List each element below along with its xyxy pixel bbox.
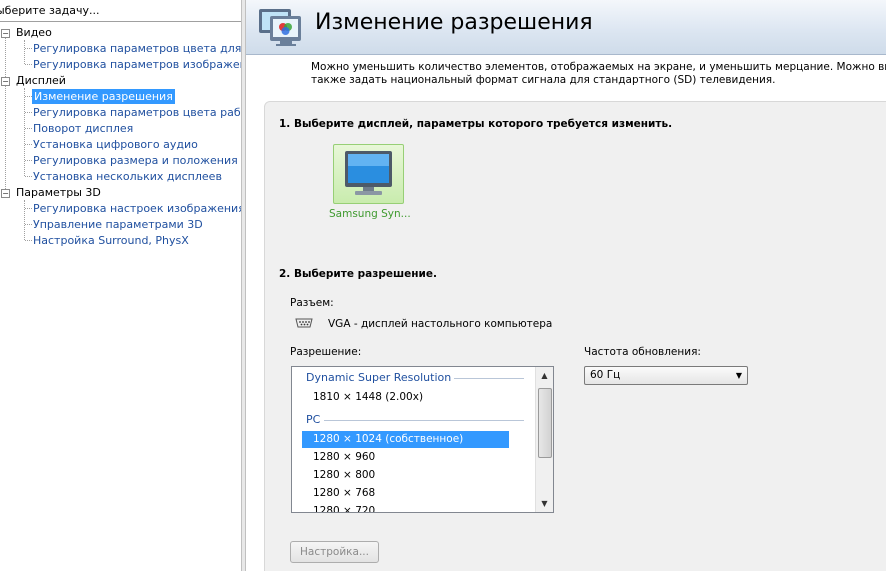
content-pane: Изменение разрешения Можно уменьшить кол… bbox=[246, 0, 886, 571]
scroll-up-icon[interactable]: ▲ bbox=[536, 367, 553, 384]
resolution-option[interactable]: 1280 × 960 bbox=[302, 449, 509, 466]
scroll-down-icon[interactable]: ▼ bbox=[536, 495, 553, 512]
resolution-option[interactable]: 1280 × 720 bbox=[302, 503, 509, 512]
display-selector-tile[interactable] bbox=[333, 144, 404, 204]
scrollbar-thumb[interactable] bbox=[538, 388, 552, 458]
connector-value: VGA - дисплей настольного компьютера bbox=[328, 318, 553, 330]
display-settings-icon bbox=[259, 9, 301, 46]
tree-item-digital-audio[interactable]: Установка цифрового аудио bbox=[33, 137, 198, 152]
tree-line bbox=[25, 208, 32, 209]
refresh-rate-label: Частота обновления: bbox=[584, 346, 701, 358]
divider bbox=[324, 420, 524, 421]
task-panel-title: ыберите задачу... bbox=[0, 4, 100, 17]
page-title: Изменение разрешения bbox=[315, 10, 593, 35]
display-name[interactable]: Samsung Syn... bbox=[329, 208, 411, 220]
description-line: Можно уменьшить количество элементов, от… bbox=[311, 61, 886, 73]
page-description: Можно уменьшить количество элементов, от… bbox=[311, 61, 886, 87]
expander-collapse-icon[interactable]: − bbox=[1, 189, 10, 198]
description-line: также задать национальный формат сигнала… bbox=[311, 74, 776, 86]
monitor-icon bbox=[345, 151, 392, 195]
tree-item-manage-3d[interactable]: Управление параметрами 3D bbox=[33, 217, 203, 232]
tree-line bbox=[25, 64, 32, 65]
list-group-header: Dynamic Super Resolution bbox=[306, 371, 452, 384]
step2-heading: 2. Выберите разрешение. bbox=[279, 268, 437, 280]
tree-line bbox=[25, 176, 32, 177]
settings-button[interactable]: Настройка... bbox=[290, 541, 379, 563]
tree-line bbox=[5, 38, 6, 193]
tree-line bbox=[25, 112, 32, 113]
resolution-label: Разрешение: bbox=[290, 346, 362, 358]
tree-item-multiple-displays[interactable]: Установка нескольких дисплеев bbox=[33, 169, 222, 184]
tree-line bbox=[24, 40, 25, 64]
resolution-option[interactable]: 1810 × 1448 (2.00x) bbox=[302, 389, 509, 406]
tree-category-3d[interactable]: Параметры 3D bbox=[16, 185, 101, 200]
resolution-list[interactable]: Dynamic Super Resolution 1810 × 1448 (2.… bbox=[291, 366, 554, 513]
tree-item-rotate-display[interactable]: Поворот дисплея bbox=[33, 121, 133, 136]
tree-line bbox=[24, 88, 25, 176]
tree-category-display[interactable]: Дисплей bbox=[16, 73, 66, 88]
connector-label: Разъем: bbox=[290, 297, 334, 309]
tree-line bbox=[25, 160, 32, 161]
tree-item-desktop-size[interactable]: Регулировка размера и положения рабо bbox=[33, 153, 241, 168]
list-scrollbar[interactable]: ▲ ▼ bbox=[535, 367, 553, 512]
tree-item-change-resolution[interactable]: Изменение разрешения bbox=[32, 89, 175, 104]
tree-item-video-color[interactable]: Регулировка параметров цвета для вид bbox=[33, 41, 241, 56]
tree-item-desktop-color[interactable]: Регулировка параметров цвета рабочег bbox=[33, 105, 241, 120]
refresh-rate-value: 60 Гц bbox=[590, 369, 621, 381]
tree-line bbox=[25, 224, 32, 225]
tree-line bbox=[25, 96, 32, 97]
resolution-option-selected[interactable]: 1280 × 1024 (собственное) bbox=[302, 431, 509, 448]
vga-connector-icon bbox=[295, 318, 313, 328]
tree-line bbox=[25, 240, 32, 241]
chevron-down-icon: ▼ bbox=[735, 371, 742, 380]
tree-category-video[interactable]: Видео bbox=[16, 25, 52, 40]
expander-collapse-icon[interactable]: − bbox=[1, 77, 10, 86]
tree-item-video-image[interactable]: Регулировка параметров изображения д bbox=[33, 57, 241, 72]
step1-heading: 1. Выберите дисплей, параметры которого … bbox=[279, 118, 673, 130]
tree-item-3d-preview[interactable]: Регулировка настроек изображения с пр bbox=[33, 201, 241, 216]
expander-collapse-icon[interactable]: − bbox=[1, 29, 10, 38]
tree-item-surround-physx[interactable]: Настройка Surround, PhysX bbox=[33, 233, 189, 248]
page-banner: Изменение разрешения bbox=[246, 0, 886, 55]
task-panel: ыберите задачу... − Видео Регулировка па… bbox=[0, 0, 241, 571]
tree-line bbox=[25, 48, 32, 49]
tree-line bbox=[24, 200, 25, 240]
tree-line bbox=[25, 128, 32, 129]
resolution-option[interactable]: 1280 × 768 bbox=[302, 485, 509, 502]
divider bbox=[454, 378, 524, 379]
divider bbox=[0, 21, 241, 22]
list-group-header: PC bbox=[306, 413, 321, 426]
tree-line bbox=[25, 144, 32, 145]
resolution-option[interactable]: 1280 × 800 bbox=[302, 467, 509, 484]
refresh-rate-dropdown[interactable]: 60 Гц ▼ bbox=[584, 366, 748, 385]
